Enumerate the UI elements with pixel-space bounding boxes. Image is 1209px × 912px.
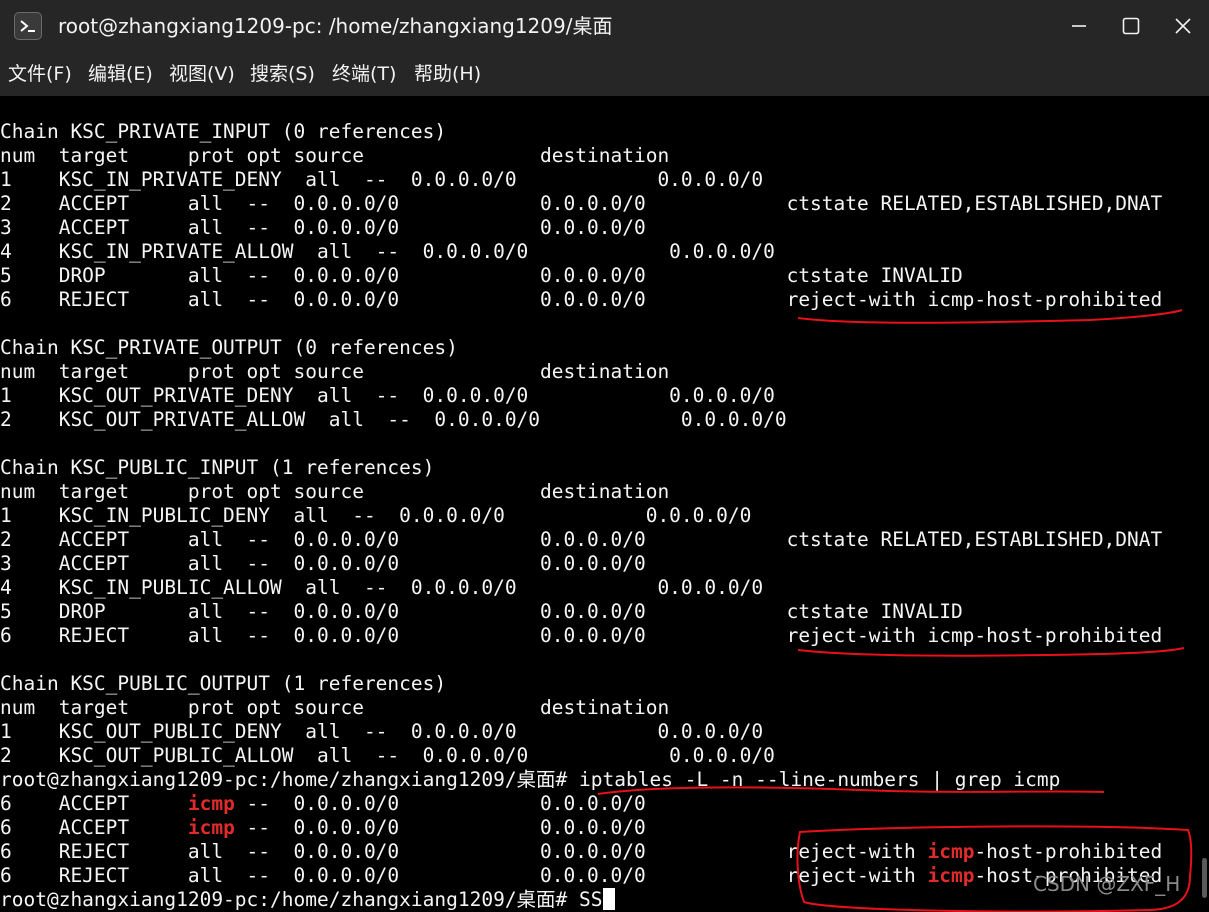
prompt-line: root@zhangxiang1209-pc:/home/zhangxiang1… — [0, 768, 1061, 791]
minimize-icon — [1072, 25, 1086, 27]
output-line: 2 KSC_OUT_PUBLIC_ALLOW all -- 0.0.0.0/0 … — [0, 744, 775, 767]
prompt-line: root@zhangxiang1209-pc:/home/zhangxiang1… — [0, 888, 615, 912]
output-line: 3 ACCEPT all -- 0.0.0.0/0 0.0.0.0/0 — [0, 552, 646, 575]
menu-view[interactable]: 视图(V) — [169, 52, 235, 96]
output-line: 1 KSC_IN_PUBLIC_DENY all -- 0.0.0.0/0 0.… — [0, 504, 752, 527]
output-line: 5 DROP all -- 0.0.0.0/0 0.0.0.0/0 ctstat… — [0, 600, 963, 623]
output-line: 5 DROP all -- 0.0.0.0/0 0.0.0.0/0 ctstat… — [0, 264, 963, 287]
output-line: 2 KSC_OUT_PRIVATE_ALLOW all -- 0.0.0.0/0… — [0, 408, 787, 431]
minimize-button[interactable] — [1054, 0, 1104, 52]
maximize-button[interactable] — [1106, 0, 1156, 52]
window-title: root@zhangxiang1209-pc: /home/zhangxiang… — [58, 14, 613, 38]
output-line: Chain KSC_PUBLIC_OUTPUT (1 references) — [0, 672, 447, 695]
menu-edit[interactable]: 编辑(E) — [88, 52, 153, 96]
output-line: num target prot opt source destination — [0, 480, 670, 503]
menu-search[interactable]: 搜索(S) — [250, 52, 315, 96]
output-line: 2 ACCEPT all -- 0.0.0.0/0 0.0.0.0/0 ctst… — [0, 528, 1163, 551]
output-line: 6 ACCEPT icmp -- 0.0.0.0/0 0.0.0.0/0 — [0, 792, 646, 815]
close-icon — [1175, 18, 1191, 34]
output-line: 3 ACCEPT all -- 0.0.0.0/0 0.0.0.0/0 — [0, 216, 646, 239]
maximize-icon — [1122, 17, 1140, 35]
output-line: num target prot opt source destination — [0, 360, 670, 383]
output-line: 2 ACCEPT all -- 0.0.0.0/0 0.0.0.0/0 ctst… — [0, 192, 1163, 215]
output-line: 1 KSC_IN_PRIVATE_DENY all -- 0.0.0.0/0 0… — [0, 168, 764, 191]
menu-bar: 文件(F) 编辑(E) 视图(V) 搜索(S) 终端(T) 帮助(H) — [0, 52, 1209, 96]
close-button[interactable] — [1158, 0, 1208, 52]
output-line: num target prot opt source destination — [0, 696, 670, 719]
output-line: 6 REJECT all -- 0.0.0.0/0 0.0.0.0/0 reje… — [0, 288, 1163, 311]
terminal-icon — [14, 12, 42, 40]
output-line: Chain KSC_PRIVATE_OUTPUT (0 references) — [0, 336, 458, 359]
output-line: 6 REJECT all -- 0.0.0.0/0 0.0.0.0/0 reje… — [0, 840, 1163, 863]
scrollbar-thumb[interactable] — [1202, 858, 1207, 898]
output-line: 6 ACCEPT icmp -- 0.0.0.0/0 0.0.0.0/0 — [0, 816, 646, 839]
output-line: 6 REJECT all -- 0.0.0.0/0 0.0.0.0/0 reje… — [0, 864, 1163, 887]
title-bar[interactable]: root@zhangxiang1209-pc: /home/zhangxiang… — [0, 0, 1209, 52]
menu-file[interactable]: 文件(F) — [8, 52, 72, 96]
watermark: CSDN @ZXF_H — [1033, 872, 1181, 896]
output-line: 4 KSC_IN_PRIVATE_ALLOW all -- 0.0.0.0/0 … — [0, 240, 775, 263]
output-line: 6 REJECT all -- 0.0.0.0/0 0.0.0.0/0 reje… — [0, 624, 1163, 647]
output-line: 1 KSC_OUT_PUBLIC_DENY all -- 0.0.0.0/0 0… — [0, 720, 764, 743]
output-line: 4 KSC_IN_PUBLIC_ALLOW all -- 0.0.0.0/0 0… — [0, 576, 764, 599]
output-line: num target prot opt source destination — [0, 144, 670, 167]
menu-terminal[interactable]: 终端(T) — [332, 52, 396, 96]
menu-help[interactable]: 帮助(H) — [414, 52, 481, 96]
text-cursor — [602, 888, 615, 910]
output-line: Chain KSC_PRIVATE_INPUT (0 references) — [0, 120, 447, 143]
output-line: 1 KSC_OUT_PRIVATE_DENY all -- 0.0.0.0/0 … — [0, 384, 775, 407]
output-line: Chain KSC_PUBLIC_INPUT (1 references) — [0, 456, 435, 479]
terminal-output[interactable]: Chain KSC_PRIVATE_INPUT (0 references) nu… — [0, 96, 1209, 912]
